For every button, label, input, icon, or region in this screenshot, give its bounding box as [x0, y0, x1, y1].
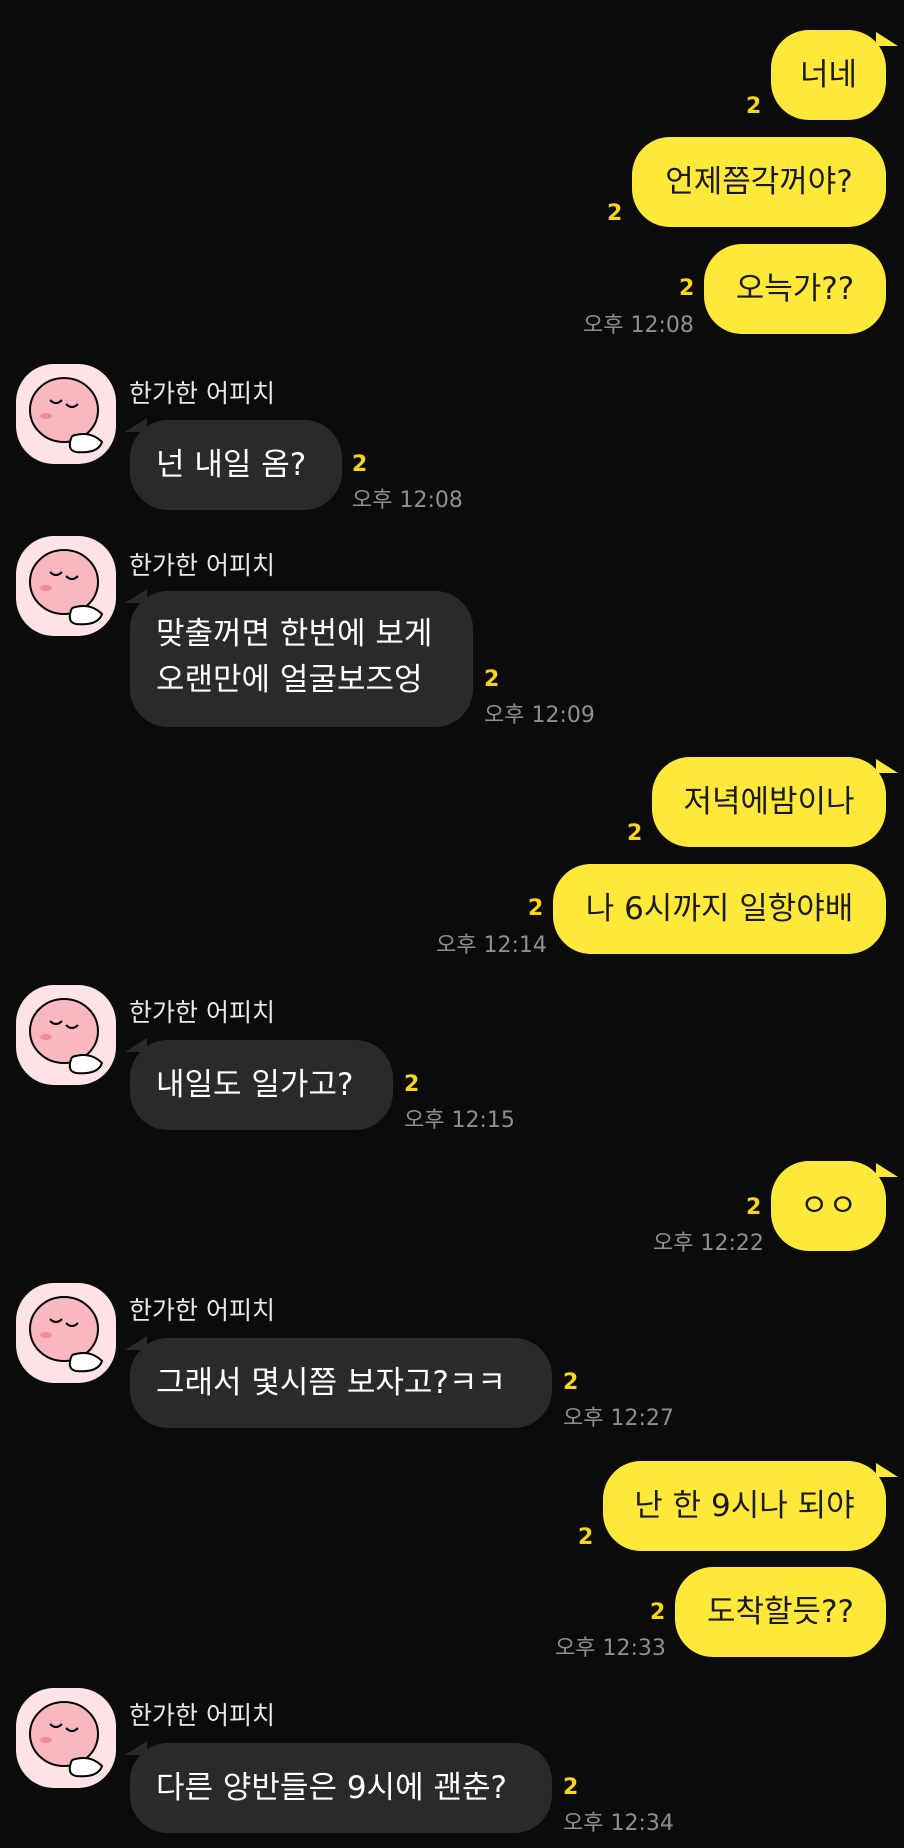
apeach-face-icon	[29, 1701, 104, 1778]
message-text: 너네	[799, 57, 858, 93]
message-text: 넌 내일 옴?	[156, 447, 307, 483]
other-message-bubble[interactable]: 맞출꺼면 한번에 보게 오랜만에 얼굴보즈엉	[130, 591, 473, 727]
message-time: 오후 12:08	[583, 313, 694, 338]
unread-count: 2	[746, 94, 762, 119]
message-time: 오후 12:08	[352, 488, 463, 513]
unread-count: 2	[563, 1775, 579, 1800]
unread-count: 2	[528, 896, 544, 921]
unread-count: 2	[746, 1195, 762, 1220]
message-time: 오후 12:22	[653, 1231, 764, 1256]
unread-count: 2	[650, 1600, 666, 1625]
message-time: 오후 12:14	[436, 933, 547, 958]
apeach-avatar-icon[interactable]	[16, 364, 116, 464]
sender-name: 한가한 어피치	[129, 379, 275, 408]
apeach-face-icon	[29, 998, 104, 1075]
message-time: 오후 12:34	[563, 1811, 674, 1836]
bubble-tail	[876, 32, 898, 46]
message-time: 오후 12:33	[555, 1636, 666, 1661]
my-message-bubble[interactable]: 오늑가??	[704, 244, 886, 334]
message-text: 나 6시까지 일항야배	[585, 891, 854, 927]
apeach-face-icon	[29, 1296, 104, 1373]
unread-count: 2	[627, 821, 643, 846]
my-message-bubble[interactable]: 저녁에밤이나	[652, 757, 886, 847]
other-message-bubble[interactable]: 넌 내일 옴?	[130, 420, 342, 510]
message-text: 그래서 몇시쯤 보자고?ㅋㅋ	[156, 1365, 506, 1401]
message-text: 내일도 일가고?	[156, 1067, 354, 1103]
other-message-bubble[interactable]: 내일도 일가고?	[130, 1040, 393, 1130]
my-message-bubble[interactable]: 언제쯤각꺼야?	[632, 137, 886, 227]
message-time: 오후 12:09	[484, 703, 595, 728]
apeach-face-icon	[29, 377, 104, 454]
message-text: 다른 양반들은 9시에 괜춘?	[156, 1770, 507, 1806]
message-time: 오후 12:15	[404, 1108, 515, 1133]
message-text: 오늑가??	[735, 271, 855, 307]
message-text: 저녁에밤이나	[683, 784, 855, 820]
bubble-tail	[876, 1463, 898, 1477]
sender-name: 한가한 어피치	[129, 998, 275, 1027]
sender-name: 한가한 어피치	[129, 551, 275, 580]
other-message-bubble[interactable]: 다른 양반들은 9시에 괜춘?	[130, 1743, 552, 1833]
message-text-line: 맞출꺼면 한번에 보게	[156, 616, 433, 652]
bubble-tail	[876, 759, 898, 773]
apeach-avatar-icon[interactable]	[16, 536, 116, 636]
message-text-line: 오랜만에 얼굴보즈엉	[156, 662, 423, 698]
unread-count: 2	[578, 1525, 594, 1550]
apeach-face-icon	[29, 549, 104, 626]
apeach-avatar-icon[interactable]	[16, 985, 116, 1085]
message-time: 오후 12:27	[563, 1406, 674, 1431]
unread-count: 2	[679, 276, 695, 301]
my-message-bubble[interactable]: ㅇㅇ	[771, 1161, 886, 1251]
unread-count: 2	[484, 667, 500, 692]
unread-count: 2	[352, 452, 368, 477]
message-text: 도착할듯??	[707, 1594, 854, 1630]
message-text: 언제쯤각꺼야?	[665, 164, 853, 200]
apeach-avatar-icon[interactable]	[16, 1688, 116, 1788]
message-text: ㅇㅇ	[799, 1188, 858, 1224]
unread-count: 2	[563, 1370, 579, 1395]
sender-name: 한가한 어피치	[129, 1296, 275, 1325]
sender-name: 한가한 어피치	[129, 1701, 275, 1730]
unread-count: 2	[404, 1072, 420, 1097]
unread-count: 2	[607, 201, 623, 226]
bubble-tail	[876, 1163, 898, 1177]
my-message-bubble[interactable]: 나 6시까지 일항야배	[553, 864, 886, 954]
message-text: 난 한 9시나 되야	[634, 1488, 855, 1524]
my-message-bubble[interactable]: 난 한 9시나 되야	[603, 1461, 886, 1551]
apeach-avatar-icon[interactable]	[16, 1283, 116, 1383]
my-message-bubble[interactable]: 너네	[771, 30, 886, 120]
other-message-bubble[interactable]: 그래서 몇시쯤 보자고?ㅋㅋ	[130, 1338, 552, 1428]
my-message-bubble[interactable]: 도착할듯??	[675, 1567, 886, 1657]
